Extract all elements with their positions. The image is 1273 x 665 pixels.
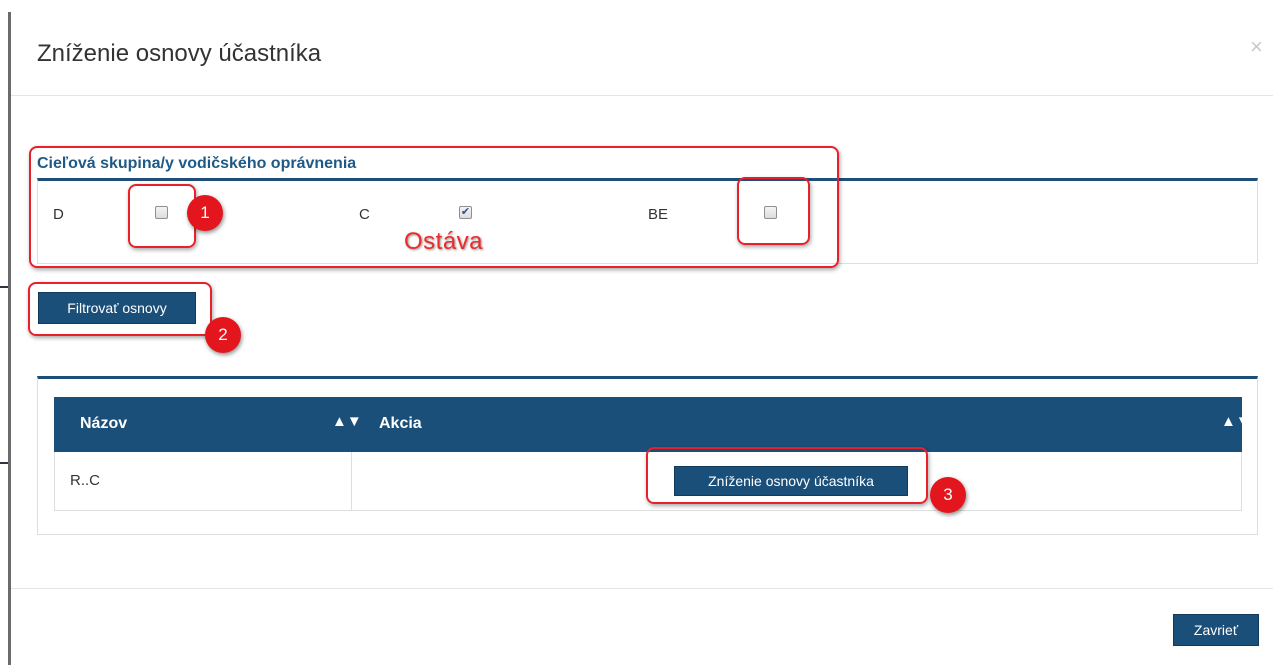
annotation-note-remains: Ostáva [404,228,484,255]
close-icon[interactable]: × [1250,36,1263,58]
sort-icon[interactable]: ▲▼ [1221,413,1251,430]
checkbox-be[interactable] [764,206,777,219]
modal-title: Zníženie osnovy účastníka [37,40,322,67]
annotation-badge-1: 1 [187,195,223,231]
checkbox-d[interactable] [155,206,168,219]
target-group-label: Cieľová skupina/y vodičského oprávnenia [37,155,357,172]
close-button[interactable]: Zavrieť [1173,614,1259,646]
column-header-action[interactable]: Akcia [379,415,422,433]
reduce-curriculum-button[interactable]: Zníženie osnovy účastníka [674,466,908,496]
filter-button[interactable]: Filtrovať osnovy [38,292,196,324]
checkmark-icon: ✔ [460,205,471,218]
checkbox-label-d: D [53,206,64,223]
table-row: R..C [54,452,1242,511]
row-name-cell: R..C [70,472,100,489]
table-header: Názov ▲▼ Akcia ▲▼ [54,397,1251,452]
header-divider [11,95,1273,96]
checkbox-label-be: BE [648,206,669,223]
sort-icon[interactable]: ▲▼ [332,413,362,430]
checkbox-label-c: C [359,206,370,223]
annotation-badge-2: 2 [205,317,241,353]
column-header-name[interactable]: Názov [80,415,127,433]
checkbox-c[interactable]: ✔ [459,206,472,219]
footer-divider [11,588,1273,589]
annotation-badge-3: 3 [930,477,966,513]
background-edge [0,0,11,665]
